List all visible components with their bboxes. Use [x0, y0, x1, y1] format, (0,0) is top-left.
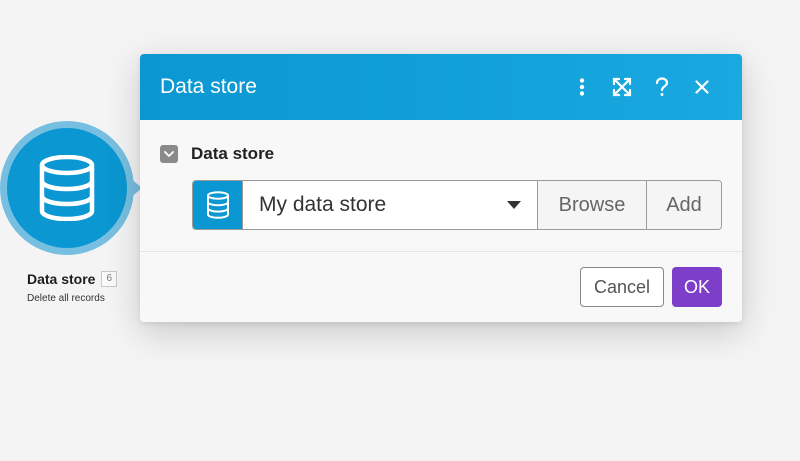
dialog-header-actions — [562, 67, 722, 107]
module-title: Data store — [27, 271, 96, 287]
dialog-footer: Cancel OK — [140, 252, 742, 322]
close-icon — [695, 80, 709, 94]
more-options-button[interactable] — [562, 67, 602, 107]
select-prefix — [193, 181, 243, 229]
module-circle[interactable] — [7, 128, 127, 248]
close-button[interactable] — [682, 67, 722, 107]
chevron-down-icon — [164, 150, 174, 157]
database-icon — [39, 155, 95, 221]
data-store-select-group: My data store Browse Add — [192, 180, 722, 230]
more-vertical-icon — [579, 78, 585, 96]
data-store-module[interactable] — [0, 121, 142, 255]
module-id-badge: 6 — [101, 271, 118, 287]
data-store-select[interactable]: My data store — [243, 181, 537, 229]
caret-down-icon — [507, 201, 521, 209]
cancel-button[interactable]: Cancel — [580, 267, 664, 307]
expand-button[interactable] — [602, 67, 642, 107]
help-button[interactable] — [642, 67, 682, 107]
help-icon — [655, 77, 669, 96]
database-icon — [206, 191, 229, 219]
module-settings-dialog: Data store Data store My data store Brow… — [140, 54, 742, 322]
field-header: Data store — [160, 144, 722, 164]
add-button[interactable]: Add — [646, 181, 721, 229]
module-subtitle: Delete all records — [27, 293, 105, 304]
field-collapse-toggle[interactable] — [160, 145, 178, 163]
module-label: Data store 6 — [27, 271, 118, 287]
dialog-body: Data store My data store Browse Add — [140, 120, 742, 252]
browse-button[interactable]: Browse — [537, 181, 646, 229]
dialog-title: Data store — [160, 75, 257, 98]
select-value: My data store — [259, 193, 387, 216]
field-label: Data store — [191, 144, 275, 163]
expand-icon — [612, 77, 632, 97]
dialog-header: Data store — [140, 54, 742, 120]
ok-button[interactable]: OK — [672, 267, 722, 307]
